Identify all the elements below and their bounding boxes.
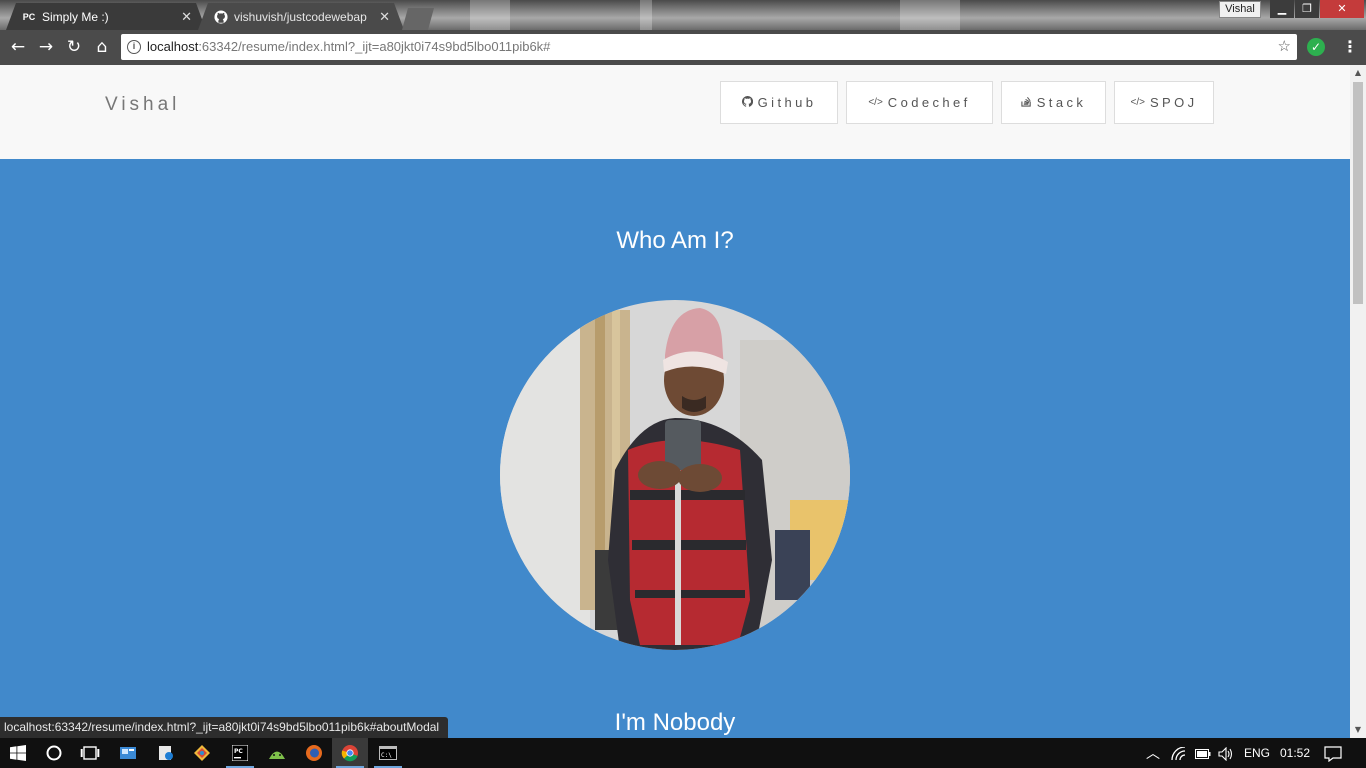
page-viewport: Vishal Github </> Codechef Stack </> SPO… — [0, 65, 1366, 738]
profile-button[interactable]: Vishal — [1219, 1, 1261, 18]
about-section: Who Am I? I'm Nobody — [0, 159, 1350, 738]
sourcetree-icon[interactable] — [184, 738, 220, 768]
site-navbar: Vishal Github </> Codechef Stack </> SPO… — [0, 65, 1350, 159]
scrollbar-thumb[interactable] — [1353, 82, 1363, 304]
windows-taskbar: PC C:\ ︿ ENG 01:52 — [0, 738, 1366, 768]
nav-link-github[interactable]: Github — [720, 81, 838, 124]
volume-icon[interactable] — [1218, 738, 1234, 768]
back-arrow-icon[interactable]: ← — [7, 36, 29, 58]
clock-time[interactable]: 01:52 — [1280, 738, 1310, 768]
url-text[interactable]: localhost:63342/resume/index.html?_ijt=a… — [147, 34, 550, 60]
windows-start-icon[interactable] — [0, 738, 36, 768]
close-window-icon[interactable]: ✕ — [1320, 0, 1364, 18]
chrome-icon[interactable] — [332, 738, 368, 768]
home-icon[interactable]: ⌂ — [91, 36, 113, 58]
extension-check-icon[interactable]: ✓ — [1307, 38, 1325, 56]
tab-title: vishuvish/justcodewebap — [234, 9, 367, 24]
bookmark-star-icon[interactable]: ☆ — [1278, 34, 1291, 60]
pycharm-favicon-icon: PC — [22, 12, 36, 22]
wallpaper-detail — [900, 0, 960, 30]
reload-icon[interactable]: ↻ — [63, 36, 85, 58]
code-icon: </> — [868, 97, 883, 108]
wallpaper-detail — [640, 0, 652, 30]
github-icon — [741, 95, 753, 110]
android-studio-icon[interactable] — [259, 738, 295, 768]
tab-title: Simply Me :) — [42, 9, 109, 24]
scroll-up-arrow-icon[interactable]: ▲ — [1350, 65, 1366, 81]
cortana-search-icon[interactable] — [36, 738, 72, 768]
site-info-icon[interactable]: i — [127, 40, 141, 54]
wifi-icon[interactable] — [1171, 738, 1187, 768]
close-tab-icon[interactable]: ✕ — [379, 9, 390, 25]
task-view-icon[interactable] — [72, 738, 108, 768]
pycharm-icon[interactable]: PC — [222, 738, 258, 768]
svg-text:PC: PC — [234, 748, 243, 755]
stack-overflow-icon — [1021, 95, 1032, 110]
site-brand[interactable]: Vishal — [105, 94, 180, 116]
restore-icon[interactable]: ❐ — [1295, 0, 1319, 18]
forward-arrow-icon[interactable]: → — [35, 36, 57, 58]
nav-link-label: Github — [757, 95, 817, 110]
profile-photo[interactable] — [500, 300, 850, 650]
address-bar[interactable]: i localhost:63342/resume/index.html?_ijt… — [121, 34, 1297, 60]
browser-toolbar: ← → ↻ ⌂ i localhost:63342/resume/index.h… — [0, 30, 1366, 65]
nav-link-spoj[interactable]: </> SPOJ — [1114, 81, 1214, 124]
firefox-icon[interactable] — [296, 738, 332, 768]
nav-link-label: Stack — [1036, 95, 1087, 110]
section-heading: Who Am I? — [616, 227, 734, 254]
new-tab-button[interactable] — [402, 8, 434, 30]
nav-link-stack[interactable]: Stack — [1001, 81, 1106, 124]
chrome-menu-icon[interactable]: ⋮ — [1342, 37, 1358, 57]
code-icon: </> — [1130, 97, 1145, 108]
action-center-icon[interactable] — [1324, 738, 1342, 768]
svg-text:C:\: C:\ — [381, 752, 392, 759]
file-explorer-icon[interactable] — [148, 738, 184, 768]
page-scrollbar[interactable]: ▲ ▼ — [1350, 65, 1366, 738]
close-tab-icon[interactable]: ✕ — [181, 9, 192, 25]
link-status-bubble: localhost:63342/resume/index.html?_ijt=a… — [0, 717, 449, 738]
nav-link-label: Codechef — [887, 95, 971, 110]
scroll-down-arrow-icon[interactable]: ▼ — [1350, 722, 1366, 738]
nav-link-label: SPOJ — [1149, 95, 1198, 110]
tab-simply-me[interactable]: PC Simply Me :) ✕ — [6, 3, 206, 30]
input-language[interactable]: ENG — [1244, 738, 1270, 768]
show-hidden-icons-chevron-icon[interactable]: ︿ — [1146, 738, 1160, 768]
control-panel-icon[interactable] — [110, 738, 146, 768]
tab-github[interactable]: vishuvish/justcodewebap ✕ — [198, 3, 404, 30]
battery-icon[interactable] — [1195, 738, 1211, 768]
command-prompt-icon[interactable]: C:\ — [370, 738, 406, 768]
minimize-icon[interactable]: ▁ — [1270, 0, 1294, 18]
wallpaper-detail — [470, 0, 510, 30]
nav-link-codechef[interactable]: </> Codechef — [846, 81, 993, 124]
github-icon — [214, 10, 228, 24]
browser-titlebar: PC Simply Me :) ✕ vishuvish/justcodeweba… — [0, 0, 1366, 30]
